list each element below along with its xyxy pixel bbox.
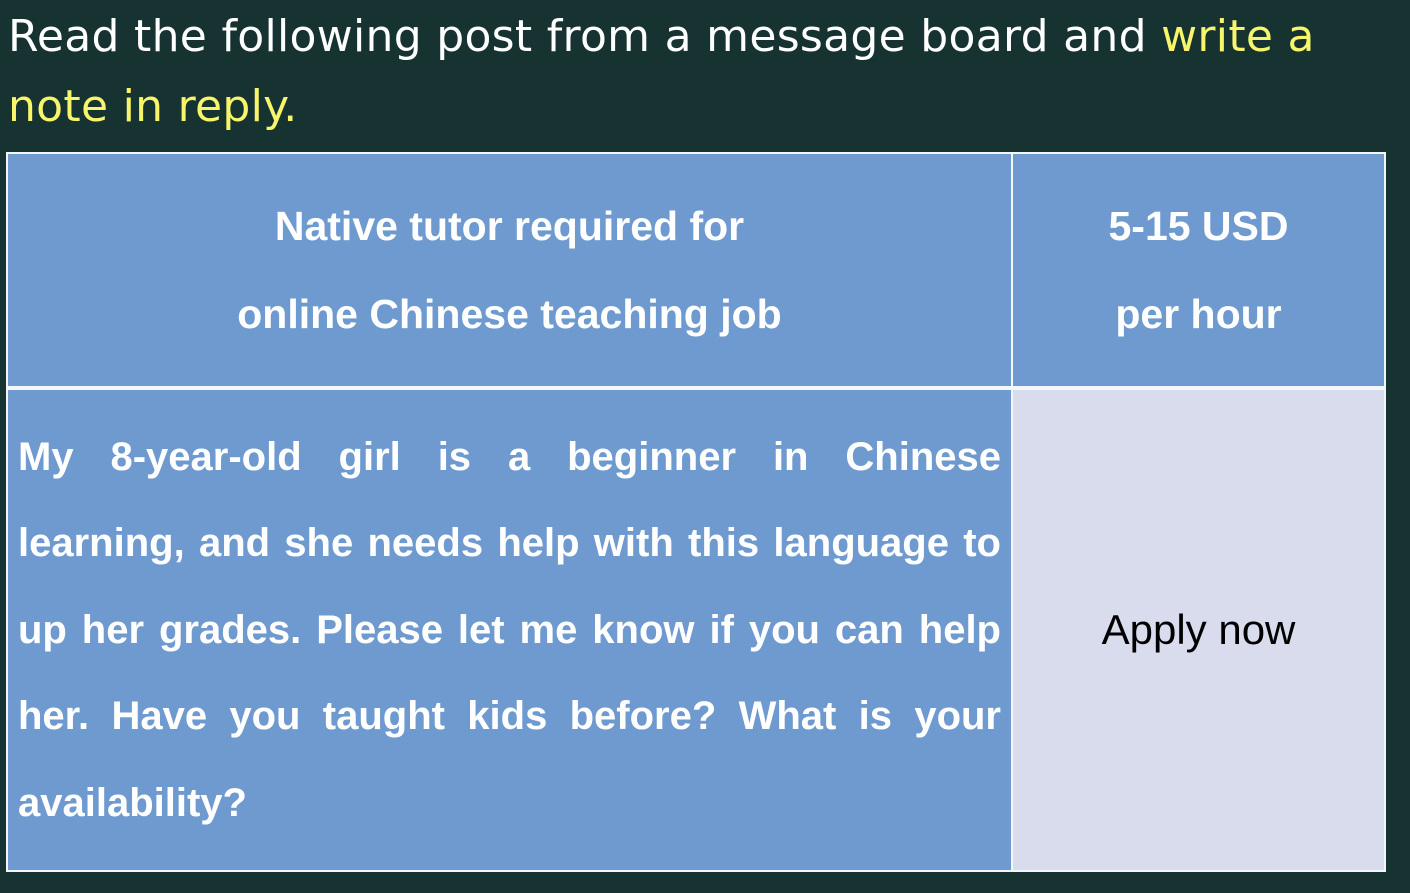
- task-instruction: Read the following post from a message b…: [8, 2, 1398, 142]
- post-message: My 8-year-old girl is a beginner in Chin…: [6, 387, 1013, 872]
- post-body-row: My 8-year-old girl is a beginner in Chin…: [6, 387, 1386, 872]
- apply-now-button[interactable]: Apply now: [1102, 606, 1296, 653]
- apply-cell: Apply now: [1011, 387, 1386, 872]
- message-board-post: Native tutor required for online Chinese…: [6, 152, 1386, 872]
- post-title-cell: Native tutor required for online Chinese…: [6, 152, 1013, 390]
- pay-rate-line-1: 5-15 USD: [1108, 203, 1289, 249]
- instruction-text: Read the following post from a message b…: [8, 11, 1162, 62]
- post-title-line-1: Native tutor required for: [274, 203, 745, 249]
- post-title-line-2: online Chinese teaching job: [237, 291, 782, 337]
- pay-rate-cell: 5-15 USD per hour: [1011, 152, 1386, 390]
- post-header-row: Native tutor required for online Chinese…: [6, 152, 1386, 390]
- pay-rate-line-2: per hour: [1115, 291, 1282, 337]
